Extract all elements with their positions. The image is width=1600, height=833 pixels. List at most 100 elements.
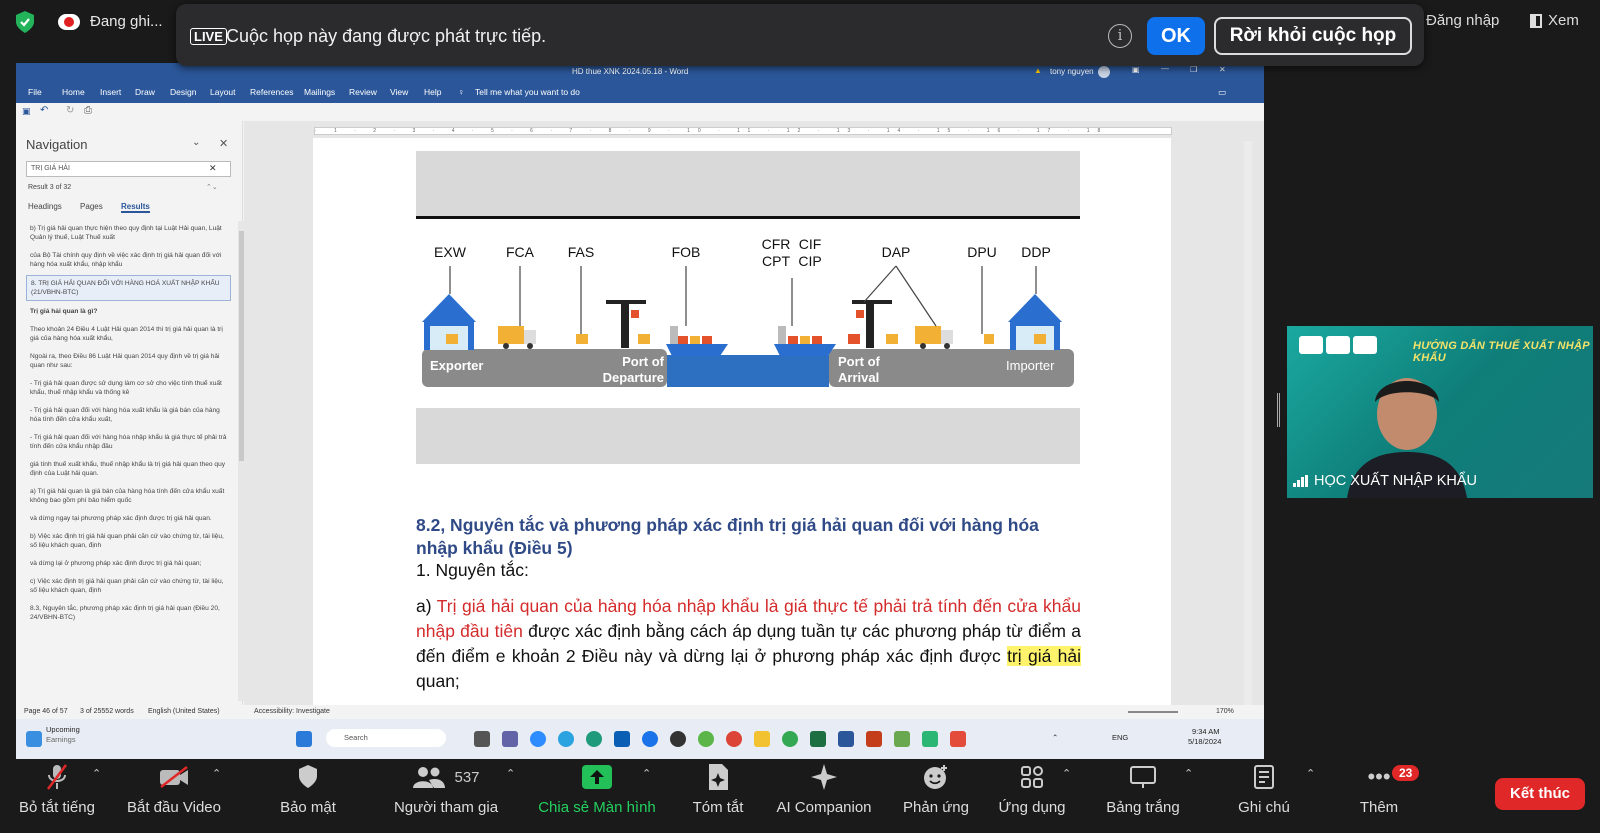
app-icon[interactable] [698, 731, 714, 747]
mute-options-caret-icon[interactable]: ⌃ [92, 767, 101, 780]
video-options-caret-icon[interactable]: ⌃ [212, 767, 221, 780]
tab-design[interactable]: Design [170, 87, 196, 97]
resize-handle[interactable] [1277, 393, 1280, 427]
edge-icon[interactable] [586, 731, 602, 747]
clock-date[interactable]: 5/18/2024 [1188, 737, 1221, 746]
word-icon[interactable] [838, 731, 854, 747]
prev-result-icon[interactable]: ⌃⌄ [206, 183, 218, 191]
tab-view[interactable]: View [390, 87, 408, 97]
tab-results[interactable]: Results [120, 202, 150, 213]
apps-caret-icon[interactable]: ⌃ [1062, 767, 1071, 780]
restore-button[interactable]: ❐ [1190, 65, 1197, 74]
whiteboard-button[interactable]: Bảng trắng [1100, 759, 1186, 816]
weather-icon[interactable] [26, 731, 42, 747]
clear-search-icon[interactable]: ✕ [209, 163, 217, 174]
document-scrollbar[interactable] [1244, 141, 1252, 761]
user-avatar[interactable] [1098, 66, 1110, 78]
list-item[interactable]: 8.3, Nguyên tắc, phương pháp xác định tr… [26, 601, 231, 625]
share-options-caret-icon[interactable]: ⌃ [642, 767, 651, 780]
close-window-button[interactable]: ✕ [1219, 65, 1226, 74]
clock-time[interactable]: 9:34 AM [1192, 727, 1220, 736]
language-indicator[interactable]: English (United States) [148, 708, 220, 715]
notes-caret-icon[interactable]: ⌃ [1306, 767, 1315, 780]
dell-icon[interactable] [670, 731, 686, 747]
tab-help[interactable]: Help [424, 87, 441, 97]
list-item-selected[interactable]: 8. TRỊ GIÁ HẢI QUAN ĐỐI VỚI HÀNG HOÁ XUẤ… [26, 275, 231, 301]
redo-icon[interactable]: ↻ [66, 105, 74, 116]
security-shield-icon[interactable] [14, 10, 36, 34]
list-item[interactable]: c) Việc xác định trị giá hải quan phải c… [26, 574, 231, 598]
notes-button[interactable]: Ghi chú [1232, 759, 1296, 816]
app-icon-2[interactable] [894, 731, 910, 747]
zoom-slider[interactable] [1128, 711, 1178, 713]
tab-draw[interactable]: Draw [135, 87, 155, 97]
list-item[interactable]: b) Việc xác định trị giá hải quan phải c… [26, 529, 231, 553]
start-video-button[interactable]: Bắt đầu Video [122, 759, 226, 816]
input-language[interactable]: ENG [1112, 733, 1128, 742]
camtasia-icon[interactable] [922, 731, 938, 747]
leave-meeting-button[interactable]: Rời khỏi cuộc họp [1214, 17, 1412, 55]
signin-link[interactable]: Đăng nhập [1426, 12, 1499, 29]
list-item[interactable]: giá tính thuế xuất khẩu, thuế nhập khẩu … [26, 457, 231, 481]
list-item[interactable]: Theo khoản 24 Điều 4 Luật Hải quan 2014 … [26, 322, 231, 346]
mute-button[interactable]: Bỏ tắt tiếng [14, 759, 100, 816]
document-page[interactable]: EXW FCA FAS FOB CFR CIF CPT CIP DAP DPU … [313, 138, 1171, 763]
navigation-search-input[interactable]: TRỊ GIÁ HẢI [26, 161, 231, 177]
view-button[interactable]: Xem [1530, 12, 1579, 29]
list-item[interactable]: của Bộ Tài chính quy định về việc xác đị… [26, 248, 231, 272]
list-item[interactable]: Trị giá hải quan là gì? [26, 304, 231, 319]
reactions-button[interactable]: Phản ứng [896, 759, 976, 816]
summary-button[interactable]: Tóm tắt [686, 759, 750, 816]
task-view-icon[interactable] [474, 731, 490, 747]
page-indicator[interactable]: Page 46 of 57 [24, 708, 68, 715]
ai-companion-button[interactable]: AI Companion [770, 759, 878, 816]
tray-chevron-icon[interactable]: ⌃ [1052, 733, 1058, 742]
participant-video-tile[interactable]: HƯỚNG DẪN THUẾ XUẤT NHẬP KHẨU HỌC XUẤT N… [1287, 326, 1593, 498]
undo-icon[interactable]: ↶ [40, 105, 48, 116]
zoom-level[interactable]: 170% [1216, 708, 1234, 715]
list-item[interactable]: - Trị giá hải quan được sử dụng làm cơ s… [26, 376, 231, 400]
tab-headings[interactable]: Headings [28, 202, 62, 211]
list-item[interactable]: và dừng ngay tại phương pháp xác định đư… [26, 511, 231, 526]
end-meeting-button[interactable]: Kết thúc [1495, 778, 1585, 810]
recording-indicator[interactable]: Đang ghi... [58, 13, 163, 30]
tab-layout[interactable]: Layout [210, 87, 236, 97]
app-icon-3[interactable] [950, 731, 966, 747]
tab-references[interactable]: References [250, 87, 293, 97]
horizontal-ruler[interactable]: · 1 · 2 · 3 · 4 · 5 · 6 · 7 · 8 · 9 · 10… [314, 127, 1172, 135]
teams-icon[interactable] [502, 731, 518, 747]
list-item[interactable]: Ngoài ra, theo Điều 86 Luật Hải quan 201… [26, 349, 231, 373]
tab-pages[interactable]: Pages [80, 202, 103, 211]
close-pane-icon[interactable]: ✕ [219, 137, 228, 150]
telegram-icon[interactable] [558, 731, 574, 747]
tab-file[interactable]: File [28, 87, 42, 97]
list-item[interactable]: a) Trị giá hải quan là giá bán của hàng … [26, 484, 231, 508]
tab-insert[interactable]: Insert [100, 87, 121, 97]
participants-caret-icon[interactable]: ⌃ [506, 767, 515, 780]
widget-upcoming[interactable]: Upcoming [46, 725, 80, 734]
save-icon[interactable]: ▣ [22, 106, 31, 117]
list-item[interactable]: b) Trị giá hải quan thực hiện theo quy đ… [26, 221, 231, 245]
list-item[interactable]: - Trị giá hải quan đối với hàng hóa nhập… [26, 430, 231, 454]
chrome-icon[interactable] [726, 731, 742, 747]
tab-home[interactable]: Home [62, 87, 85, 97]
tab-review[interactable]: Review [349, 87, 377, 97]
comments-icon[interactable]: ▭ [1218, 87, 1226, 98]
apps-button[interactable]: Ứng dụng [994, 759, 1070, 816]
ribbon-display-icon[interactable]: ▣ [1132, 65, 1140, 74]
whiteboard-caret-icon[interactable]: ⌃ [1184, 767, 1193, 780]
word-count[interactable]: 3 of 25552 words [80, 708, 134, 715]
zalo-icon[interactable] [642, 731, 658, 747]
windows-start-icon[interactable] [296, 731, 312, 747]
tell-me-search[interactable]: Tell me what you want to do [475, 87, 580, 97]
powerpoint-icon[interactable] [866, 731, 882, 747]
accessibility-status[interactable]: Accessibility: Investigate [254, 708, 330, 715]
list-item[interactable]: - Trị giá hải quan đối với hàng hóa xuất… [26, 403, 231, 427]
store-icon[interactable] [614, 731, 630, 747]
list-item[interactable]: và dừng lại ở phương pháp xác định được … [26, 556, 231, 571]
tab-mailings[interactable]: Mailings [304, 87, 335, 97]
file-explorer-icon[interactable] [754, 731, 770, 747]
info-icon[interactable]: i [1108, 24, 1132, 48]
security-button[interactable]: Bảo mật [276, 759, 340, 816]
chevron-down-icon[interactable]: ⌄ [192, 137, 200, 148]
